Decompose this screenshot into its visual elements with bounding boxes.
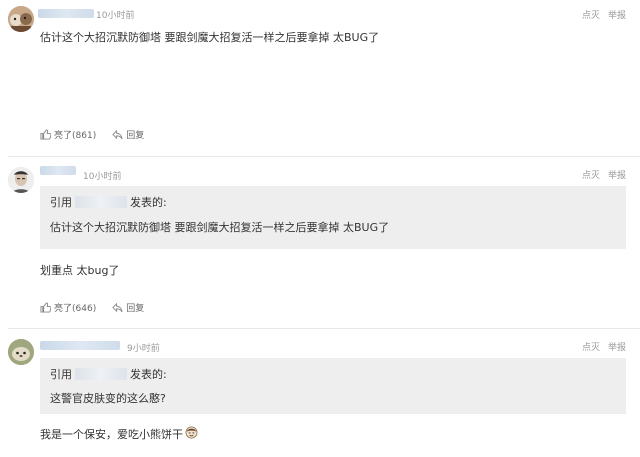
user-avatar[interactable]	[8, 6, 34, 32]
like-count: 亮了(861)	[54, 131, 97, 141]
comment-text: 估计这个大招沉默防御塔 要跟剑魔大招复活一样之后要拿掉 太BUG了	[40, 31, 380, 44]
comment-time: 10小时前	[83, 172, 122, 182]
comment-actions: 点灭 举报	[574, 168, 626, 181]
user-avatar[interactable]	[8, 339, 34, 365]
quote-suffix: 发表的:	[130, 196, 167, 209]
user-avatar[interactable]	[8, 167, 34, 193]
report-button[interactable]: 举报	[608, 11, 626, 21]
comment-actions: 点灭 举报	[574, 8, 626, 21]
comment-3: 9小时前 点灭 举报 引用 发表的: 这警官皮肤变的这么憨? 我是一个保安，爱吃小熊…	[0, 329, 640, 457]
comment-time: 9小时前	[127, 344, 160, 354]
comment-text: 我是一个保安，爱吃小熊饼干	[40, 426, 198, 442]
dislike-button[interactable]: 点灭	[582, 343, 600, 353]
comment-time: 10小时前	[96, 11, 135, 21]
thumbs-up-icon	[40, 129, 51, 140]
report-button[interactable]: 举报	[608, 343, 626, 353]
username-blurred[interactable]	[40, 341, 120, 350]
quoted-username-blurred[interactable]	[75, 368, 127, 380]
username-blurred[interactable]	[38, 9, 94, 18]
quote-block: 引用 发表的: 这警官皮肤变的这么憨?	[40, 358, 626, 414]
comment-footer: 亮了(646) 回复	[40, 301, 144, 314]
comment-2: 10小时前 点灭 举报 引用 发表的: 估计这个大招沉默防御塔 要跟剑魔大招复活一样…	[0, 157, 640, 327]
thumbs-up-icon	[40, 302, 51, 313]
quote-prefix: 引用	[50, 368, 72, 381]
reply-label: 回复	[126, 304, 145, 314]
reply-icon	[112, 129, 123, 140]
like-count: 亮了(646)	[54, 304, 97, 314]
light-up-button[interactable]: 亮了(646)	[40, 301, 96, 314]
dislike-button[interactable]: 点灭	[582, 171, 600, 181]
reply-button[interactable]: 回复	[112, 128, 144, 141]
comment-text-content: 我是一个保安，爱吃小熊饼干	[40, 428, 183, 441]
reply-button[interactable]: 回复	[112, 301, 144, 314]
dislike-button[interactable]: 点灭	[582, 11, 600, 21]
quote-prefix: 引用	[50, 196, 72, 209]
quote-text: 这警官皮肤变的这么憨?	[50, 392, 166, 405]
quote-header: 引用 发表的:	[50, 366, 167, 382]
comment-1: 10小时前 点灭 举报 估计这个大招沉默防御塔 要跟剑魔大招复活一样之后要拿掉 太…	[0, 0, 640, 156]
reply-label: 回复	[126, 131, 145, 141]
report-button[interactable]: 举报	[608, 171, 626, 181]
reply-icon	[112, 302, 123, 313]
smug-face-emoji-icon	[185, 426, 198, 442]
comment-footer: 亮了(861) 回复	[40, 128, 144, 141]
username-blurred[interactable]	[40, 166, 76, 175]
light-up-button[interactable]: 亮了(861)	[40, 128, 96, 141]
quote-suffix: 发表的:	[130, 368, 167, 381]
comment-text: 划重点 太bug了	[40, 264, 120, 277]
quoted-username-blurred[interactable]	[75, 196, 127, 208]
quote-header: 引用 发表的:	[50, 194, 167, 210]
comment-actions: 点灭 举报	[574, 340, 626, 353]
quote-block: 引用 发表的: 估计这个大招沉默防御塔 要跟剑魔大招复活一样之后要拿掉 太BUG了	[40, 186, 626, 249]
quote-text: 估计这个大招沉默防御塔 要跟剑魔大招复活一样之后要拿掉 太BUG了	[50, 221, 390, 234]
